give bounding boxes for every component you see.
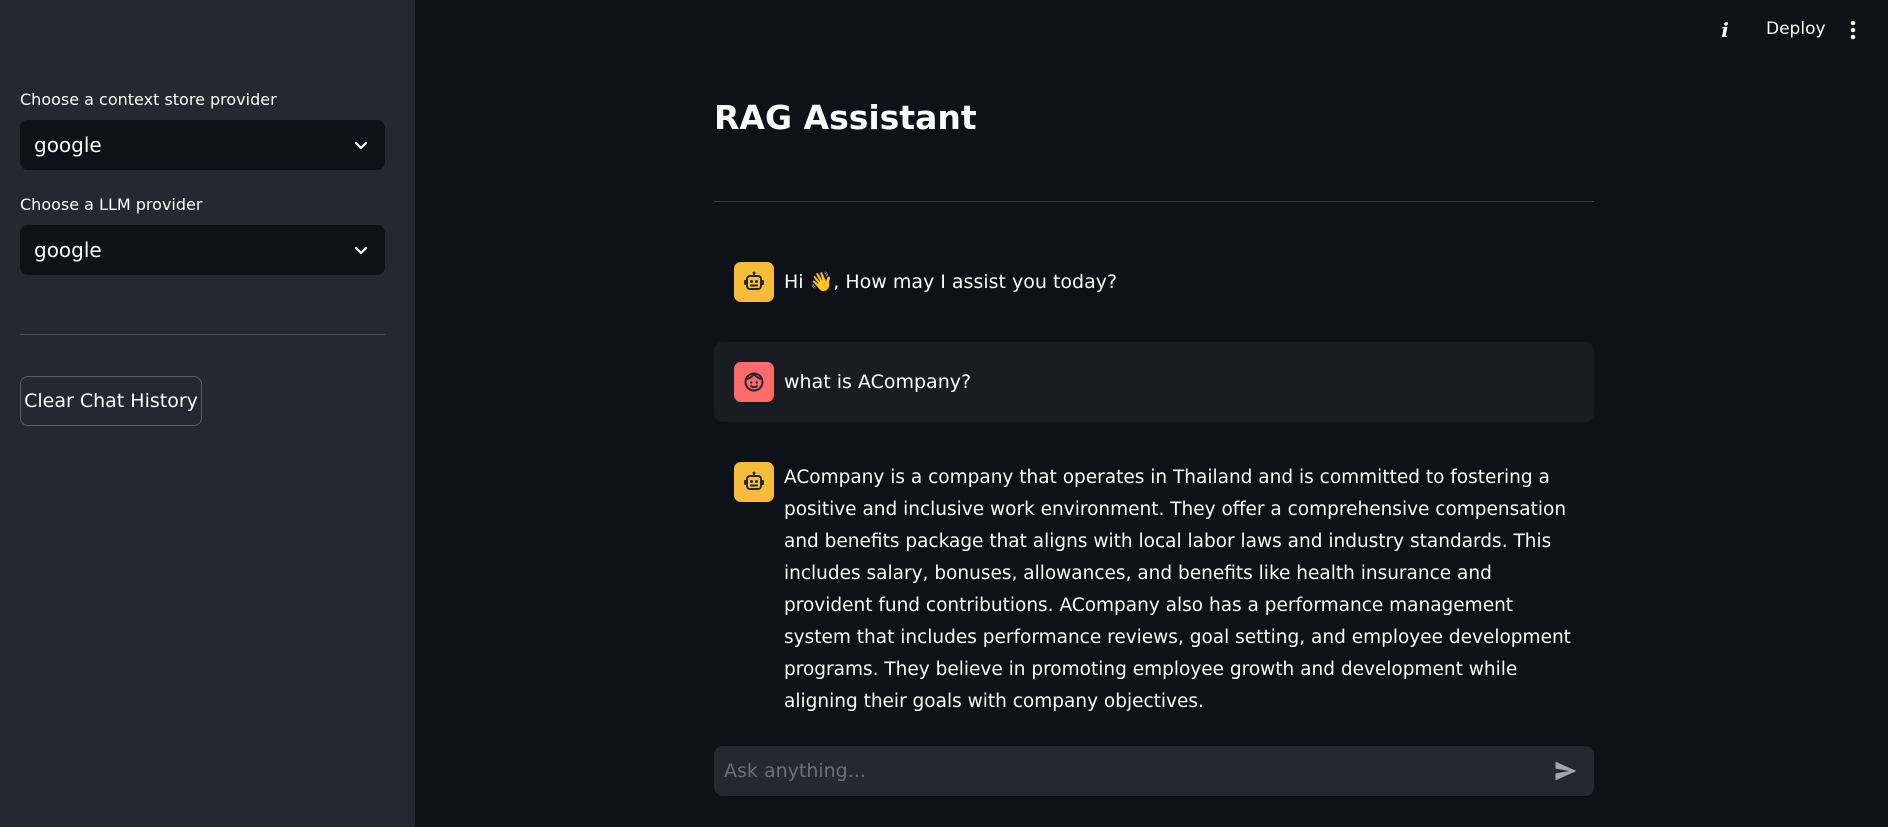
llm-provider-select[interactable]: google (20, 225, 385, 275)
bot-avatar (734, 262, 774, 302)
llm-provider-value: google (34, 238, 102, 262)
info-icon[interactable]: i (1714, 18, 1736, 42)
context-store-label: Choose a context store provider (20, 90, 277, 109)
chat-input-container (714, 746, 1594, 796)
llm-provider-label: Choose a LLM provider (20, 195, 203, 214)
bot-avatar (734, 462, 774, 502)
context-store-value: google (34, 133, 102, 157)
chat-input[interactable] (724, 760, 1552, 782)
chevron-down-icon (354, 246, 368, 255)
chevron-down-icon (354, 141, 368, 150)
chat-message-assistant: Hi 👋, How may I assist you today? (714, 262, 1594, 302)
page-title: RAG Assistant (714, 98, 977, 137)
vertical-dots-icon[interactable] (1843, 18, 1863, 42)
title-divider (714, 201, 1594, 202)
context-store-select[interactable]: google (20, 120, 385, 170)
robot-icon (744, 271, 764, 290)
chat-message-assistant: ACompany is a company that operates in T… (714, 462, 1594, 718)
robot-icon (744, 471, 764, 490)
face-icon (744, 372, 764, 392)
chat-message-user: what is ACompany? (714, 342, 1594, 422)
send-icon[interactable] (1552, 757, 1580, 785)
sidebar: Choose a context store provider google C… (0, 0, 415, 827)
clear-chat-history-button[interactable]: Clear Chat History (20, 376, 202, 426)
message-text: ACompany is a company that operates in T… (784, 467, 1571, 712)
message-text: what is ACompany? (784, 371, 972, 393)
sidebar-divider (20, 334, 385, 335)
deploy-button[interactable]: Deploy (1766, 19, 1826, 39)
message-text: Hi 👋, How may I assist you today? (784, 271, 1118, 293)
user-avatar (734, 362, 774, 402)
